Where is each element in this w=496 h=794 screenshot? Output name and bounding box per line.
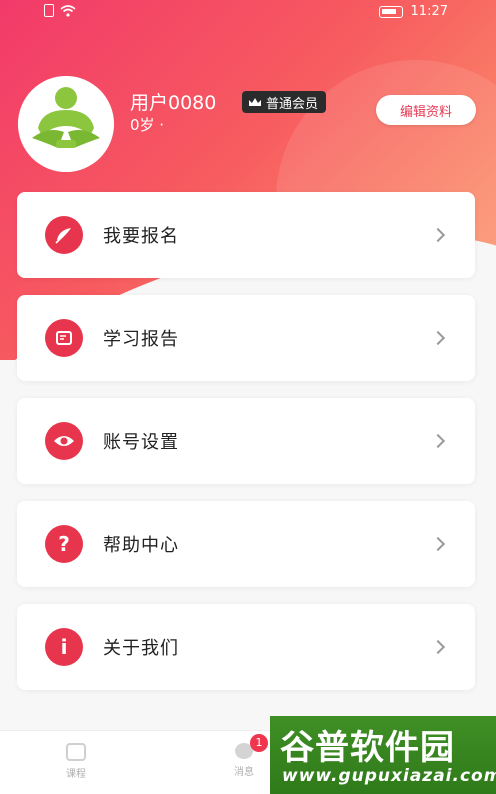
- edit-profile-button[interactable]: 编辑资料: [376, 95, 476, 125]
- sim-card-icon: [44, 4, 54, 17]
- tab-label: 消息: [234, 767, 254, 778]
- chevron-right-icon: [430, 536, 446, 552]
- crown-icon: [249, 98, 261, 106]
- user-age: 0岁 ·: [130, 116, 165, 134]
- question-icon: ?: [45, 525, 83, 563]
- menu-item-label: 我要报名: [103, 226, 179, 247]
- battery-icon: [378, 5, 403, 18]
- member-badge-label: 普通会员: [266, 96, 319, 112]
- info-icon: i: [45, 628, 83, 666]
- status-time: 11:27: [410, 4, 448, 19]
- watermark-title: 谷普软件园: [280, 728, 455, 768]
- avatar[interactable]: [18, 76, 114, 172]
- wifi-icon: [60, 4, 76, 17]
- menu-item-label: 学习报告: [103, 329, 179, 350]
- watermark-url: www.gupuxiazai.com: [282, 766, 496, 786]
- menu-item-signup[interactable]: 我要报名: [17, 192, 475, 278]
- menu-item-about-us[interactable]: i 关于我们: [17, 604, 475, 690]
- menu-item-account-settings[interactable]: 账号设置: [17, 398, 475, 484]
- eye-icon: [45, 422, 83, 460]
- menu-item-help-center[interactable]: ? 帮助中心: [17, 501, 475, 587]
- chevron-right-icon: [430, 227, 446, 243]
- tab-courses[interactable]: 课程: [46, 743, 106, 780]
- username: 用户0080: [130, 92, 217, 114]
- tab-label: 课程: [66, 769, 86, 780]
- member-badge: 普通会员: [242, 91, 327, 113]
- menu-item-study-report[interactable]: 学习报告: [17, 295, 475, 381]
- chevron-right-icon: [430, 433, 446, 449]
- site-watermark: 谷普软件园 www.gupuxiazai.com: [270, 716, 496, 794]
- user-avatar-icon: [18, 76, 114, 172]
- menu-item-label: 账号设置: [103, 432, 179, 453]
- status-bar: 11:27: [0, 0, 496, 24]
- course-icon: [66, 743, 86, 761]
- menu-item-label: 关于我们: [103, 638, 179, 659]
- chevron-right-icon: [430, 330, 446, 346]
- chevron-right-icon: [430, 639, 446, 655]
- report-icon: [45, 319, 83, 357]
- pen-icon: [45, 216, 83, 254]
- menu-item-label: 帮助中心: [103, 535, 179, 556]
- message-count-badge: 1: [250, 734, 268, 752]
